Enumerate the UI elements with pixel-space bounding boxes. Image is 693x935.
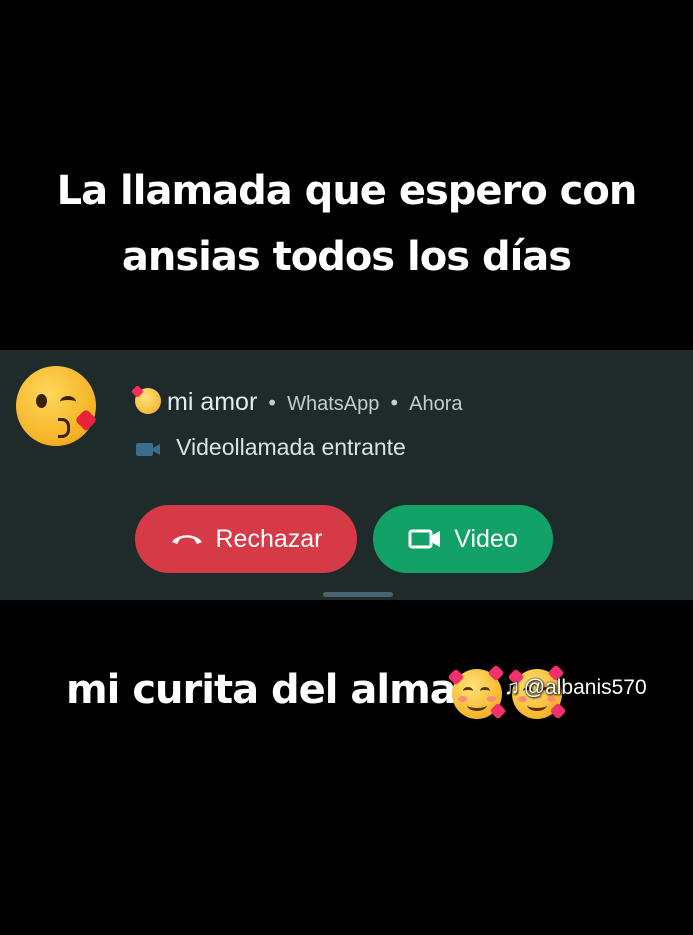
- notification-subtitle-row: Videollamada entrante: [135, 434, 406, 461]
- app-name: WhatsApp: [287, 393, 380, 415]
- answer-video-button[interactable]: Video: [373, 505, 553, 573]
- answer-video-label: Video: [454, 524, 518, 553]
- reject-call-label: Rechazar: [215, 524, 323, 553]
- caption-bottom-text: mi curita del alma: [66, 667, 457, 713]
- smiling-face-with-hearts-icon: [135, 388, 161, 414]
- notification-header: mi amor • WhatsApp • Ahora: [135, 388, 463, 417]
- contact-name: mi amor: [167, 388, 258, 416]
- notification-drag-handle[interactable]: [323, 592, 393, 597]
- face-blowing-a-kiss-icon: [16, 366, 98, 446]
- caption-top-line-1: La llamada que espero con: [56, 168, 638, 214]
- video-camera-icon: [136, 443, 160, 456]
- caption-top-line-2: ansias todos los días: [121, 234, 572, 280]
- tiktok-watermark: ♫ @albanis570: [504, 676, 647, 700]
- notification-subtitle: Videollamada entrante: [176, 434, 406, 460]
- smiling-face-with-hearts-icon: [447, 664, 507, 720]
- caption-bottom: mi curita del alma: [66, 662, 567, 720]
- separator-dot: •: [388, 391, 401, 415]
- separator-dot: •: [266, 391, 279, 415]
- video-camera-icon: [408, 529, 441, 549]
- notification-time: Ahora: [409, 393, 463, 415]
- tiktok-icon: ♫: [504, 676, 520, 699]
- caption-top: La llamada que espero con ansias todos l…: [0, 158, 693, 290]
- watermark-handle: @albanis570: [523, 676, 647, 699]
- incoming-call-notification[interactable]: mi amor • WhatsApp • Ahora Videollamada entr…: [0, 350, 693, 600]
- reject-call-button[interactable]: Rechazar: [135, 505, 357, 573]
- hang-up-phone-icon: [171, 535, 202, 544]
